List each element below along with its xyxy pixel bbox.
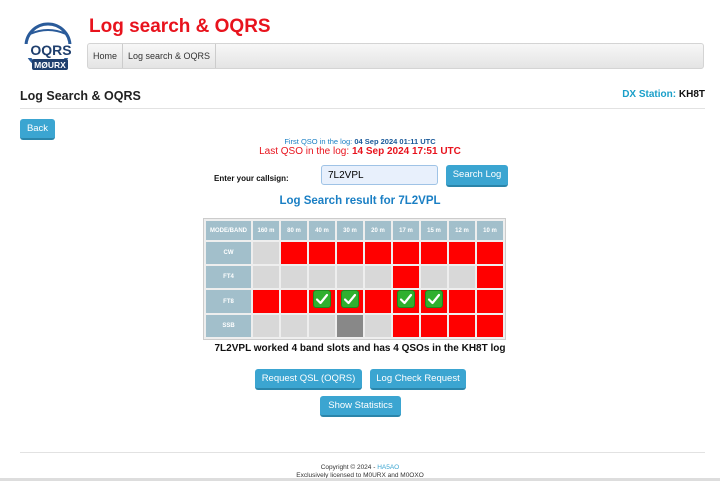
slot-cell (309, 242, 335, 264)
mode-label: FT4 (206, 266, 251, 288)
slot-cell (337, 266, 363, 288)
slot-cell (393, 290, 419, 313)
footer-copyright: Copyright © 2024 - (320, 464, 376, 471)
slot-cell (449, 242, 475, 264)
slot-cell (309, 266, 335, 288)
table-header-band: 12 m (449, 221, 475, 240)
nav-log-search[interactable]: Log search & OQRS (123, 44, 217, 68)
table-header-band: 30 m (337, 221, 363, 240)
request-qsl-button[interactable]: Request QSL (OQRS) (255, 369, 362, 390)
table-header-band: 20 m (365, 221, 391, 240)
slot-cell (365, 266, 391, 288)
nav-home[interactable]: Home (88, 44, 124, 68)
slot-cell (309, 290, 335, 313)
table-header-mode: MODE/BAND (206, 221, 251, 240)
table-header-band: 80 m (281, 221, 307, 240)
footer-divider (20, 452, 705, 453)
search-log-button[interactable]: Search Log (446, 165, 508, 187)
checkmark-icon (397, 290, 415, 308)
slot-cell (393, 242, 419, 264)
callsign-input[interactable] (321, 165, 438, 185)
slot-cell (477, 315, 503, 337)
checkmark-icon (313, 290, 331, 308)
slot-cell (365, 242, 391, 264)
table-header-band: 17 m (393, 221, 419, 240)
slot-cell (421, 290, 447, 313)
mode-label: SSB (206, 315, 251, 337)
show-statistics-button[interactable]: Show Statistics (320, 396, 401, 417)
dx-station-label: DX Station: (622, 89, 677, 100)
callsign-label: Enter your callsign: (214, 174, 289, 183)
dx-station: DX Station: KH8T (622, 89, 705, 100)
slot-cell (393, 266, 419, 288)
slot-cell (337, 290, 363, 313)
first-qso-value: 04 Sep 2024 01:11 UTC (354, 137, 436, 146)
nav-bar: Home Log search & OQRS (87, 43, 704, 69)
summary-text: 7L2VPL worked 4 band slots and has 4 QSO… (214, 343, 506, 354)
slot-cell (281, 266, 307, 288)
table-header-band: 160 m (253, 221, 279, 240)
slot-cell (421, 266, 447, 288)
slot-cell (421, 242, 447, 264)
slot-cell (477, 290, 503, 313)
first-qso-label: First QSO in the log: (284, 137, 353, 146)
mode-label: CW (206, 242, 251, 264)
slot-cell (253, 266, 279, 288)
slot-cell (449, 290, 475, 313)
slot-cell (309, 315, 335, 337)
slot-cell (337, 242, 363, 264)
slot-cell (253, 290, 279, 313)
table-row: CW (206, 242, 503, 264)
slot-cell (449, 315, 475, 337)
qso-table: MODE/BAND 160 m 80 m 40 m 30 m 20 m 17 m 15 m1… (203, 218, 506, 340)
slot-cell (477, 266, 503, 288)
slot-cell (253, 242, 279, 264)
table-row: SSB (206, 315, 503, 337)
slot-cell (253, 315, 279, 337)
logo-text: OQRS (30, 42, 71, 58)
result-title: Log Search result for 7L2VPL (279, 195, 441, 207)
first-qso: First QSO in the log: 04 Sep 2024 01:11 … (0, 137, 720, 146)
slot-cell (421, 315, 447, 337)
site-logo[interactable]: OQRS MØURX (20, 22, 82, 72)
mode-label: FT8 (206, 290, 251, 313)
divider (20, 108, 705, 109)
slot-cell (281, 290, 307, 313)
footer-author-link[interactable]: HA5AO (377, 464, 399, 471)
slot-cell (337, 315, 363, 337)
logo-callsign: MØURX (34, 60, 66, 70)
checkmark-icon (425, 290, 443, 308)
log-check-button[interactable]: Log Check Request (370, 369, 466, 390)
last-qso: Last QSO in the log: 14 Sep 2024 17:51 U… (0, 146, 720, 157)
page-title: Log Search & OQRS (20, 89, 141, 103)
last-qso-label: Last QSO in the log: (259, 146, 350, 157)
slot-cell (365, 315, 391, 337)
dx-station-value: KH8T (678, 89, 705, 100)
slot-cell (365, 290, 391, 313)
table-row: FT8 (206, 290, 503, 313)
slot-cell (393, 315, 419, 337)
slot-cell (281, 242, 307, 264)
last-qso-value: 14 Sep 2024 17:51 UTC (351, 146, 461, 157)
slot-cell (477, 242, 503, 264)
site-title: Log search & OQRS (89, 16, 271, 37)
table-header-band: 15 m (421, 221, 447, 240)
slot-cell (281, 315, 307, 337)
table-header-band: 40 m (309, 221, 335, 240)
table-row: FT4 (206, 266, 503, 288)
table-header-band: 10 m (477, 221, 503, 240)
slot-cell (449, 266, 475, 288)
checkmark-icon (341, 290, 359, 308)
